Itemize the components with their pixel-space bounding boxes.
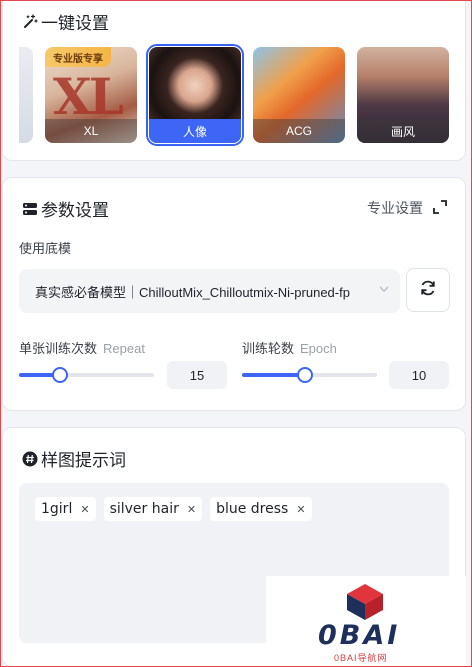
repeat-slider[interactable]: [19, 367, 154, 383]
preset-thumb-partial[interactable]: [19, 47, 33, 143]
params-card: 参数设置 专业设置 使用底模 真实感必备模型｜ChilloutMix_Chill…: [2, 177, 466, 411]
close-icon[interactable]: ✕: [80, 503, 89, 516]
preset-thumb-label: ACG: [253, 119, 345, 143]
expand-icon: [433, 199, 447, 217]
prompt-title: 样图提示词: [21, 446, 126, 471]
magic-wand-icon: [21, 13, 39, 31]
preset-thumb-xl[interactable]: XL 专业版专享 XL: [45, 47, 137, 143]
epoch-sublabel: Epoch: [300, 341, 337, 356]
params-title-text: 参数设置: [41, 201, 109, 220]
preset-thumb-label: 画风: [357, 119, 449, 143]
model-label: 使用底模: [19, 241, 72, 256]
pro-settings-link[interactable]: 专业设置: [367, 198, 447, 218]
hashtag-icon: [21, 450, 39, 468]
refresh-button[interactable]: [406, 268, 450, 312]
server-icon: [21, 200, 39, 218]
prompt-tag-list: 1girl ✕ silver hair ✕ blue dress ✕: [35, 497, 312, 521]
epoch-label: 训练轮数 Epoch: [242, 338, 337, 357]
epoch-value-input[interactable]: 10: [389, 361, 449, 389]
prompt-tag: 1girl ✕: [35, 497, 96, 521]
watermark: 0BAI 0BAI导航网: [266, 576, 466, 667]
pro-badge: 专业版专享: [45, 47, 111, 67]
prompt-tag: blue dress ✕: [210, 497, 312, 521]
preset-title: 一键设置: [21, 9, 109, 34]
repeat-sublabel: Repeat: [103, 341, 145, 356]
model-select[interactable]: 真实感必备模型｜ChilloutMix_Chilloutmix-Ni-prune…: [19, 269, 400, 313]
close-icon[interactable]: ✕: [296, 503, 305, 516]
close-icon[interactable]: ✕: [187, 503, 196, 516]
slider-fill: [242, 373, 306, 377]
repeat-label: 单张训练次数 Repeat: [19, 338, 145, 357]
watermark-subtext: 0BAI导航网: [334, 653, 388, 663]
model-select-value: 真实感必备模型｜ChilloutMix_Chilloutmix-Ni-prune…: [35, 284, 350, 300]
repeat-value-input[interactable]: 15: [167, 361, 227, 389]
preset-thumb-painting[interactable]: 画风: [357, 47, 449, 143]
prompt-tag-text: silver hair: [109, 501, 179, 517]
preset-thumb-portrait[interactable]: 人像: [146, 44, 244, 146]
prompt-title-text: 样图提示词: [41, 451, 126, 470]
epoch-slider[interactable]: [242, 367, 377, 383]
repeat-label-text: 单张训练次数: [19, 341, 98, 356]
pro-settings-label: 专业设置: [367, 200, 423, 216]
xl-artwork: XL: [53, 67, 124, 126]
preset-thumb-label: 人像: [149, 119, 241, 143]
preset-card: 一键设置 XL 专业版专享 XL 人像 ACG 画风: [2, 0, 466, 161]
slider-knob[interactable]: [297, 367, 314, 383]
prompt-tag: silver hair ✕: [103, 497, 203, 521]
prompt-tag-text: 1girl: [41, 501, 73, 517]
prompt-tag-text: blue dress: [216, 501, 289, 517]
preset-thumb-acg[interactable]: ACG: [253, 47, 345, 143]
preset-title-text: 一键设置: [41, 14, 109, 33]
preset-thumb-label: XL: [45, 119, 137, 143]
chevron-down-icon: [378, 283, 390, 298]
preset-thumbnails: XL 专业版专享 XL 人像 ACG 画风: [19, 44, 449, 146]
params-title: 参数设置: [21, 196, 109, 221]
watermark-text: 0BAI: [318, 620, 401, 651]
refresh-icon: [418, 278, 438, 303]
slider-knob[interactable]: [51, 367, 68, 383]
epoch-label-text: 训练轮数: [242, 341, 295, 356]
